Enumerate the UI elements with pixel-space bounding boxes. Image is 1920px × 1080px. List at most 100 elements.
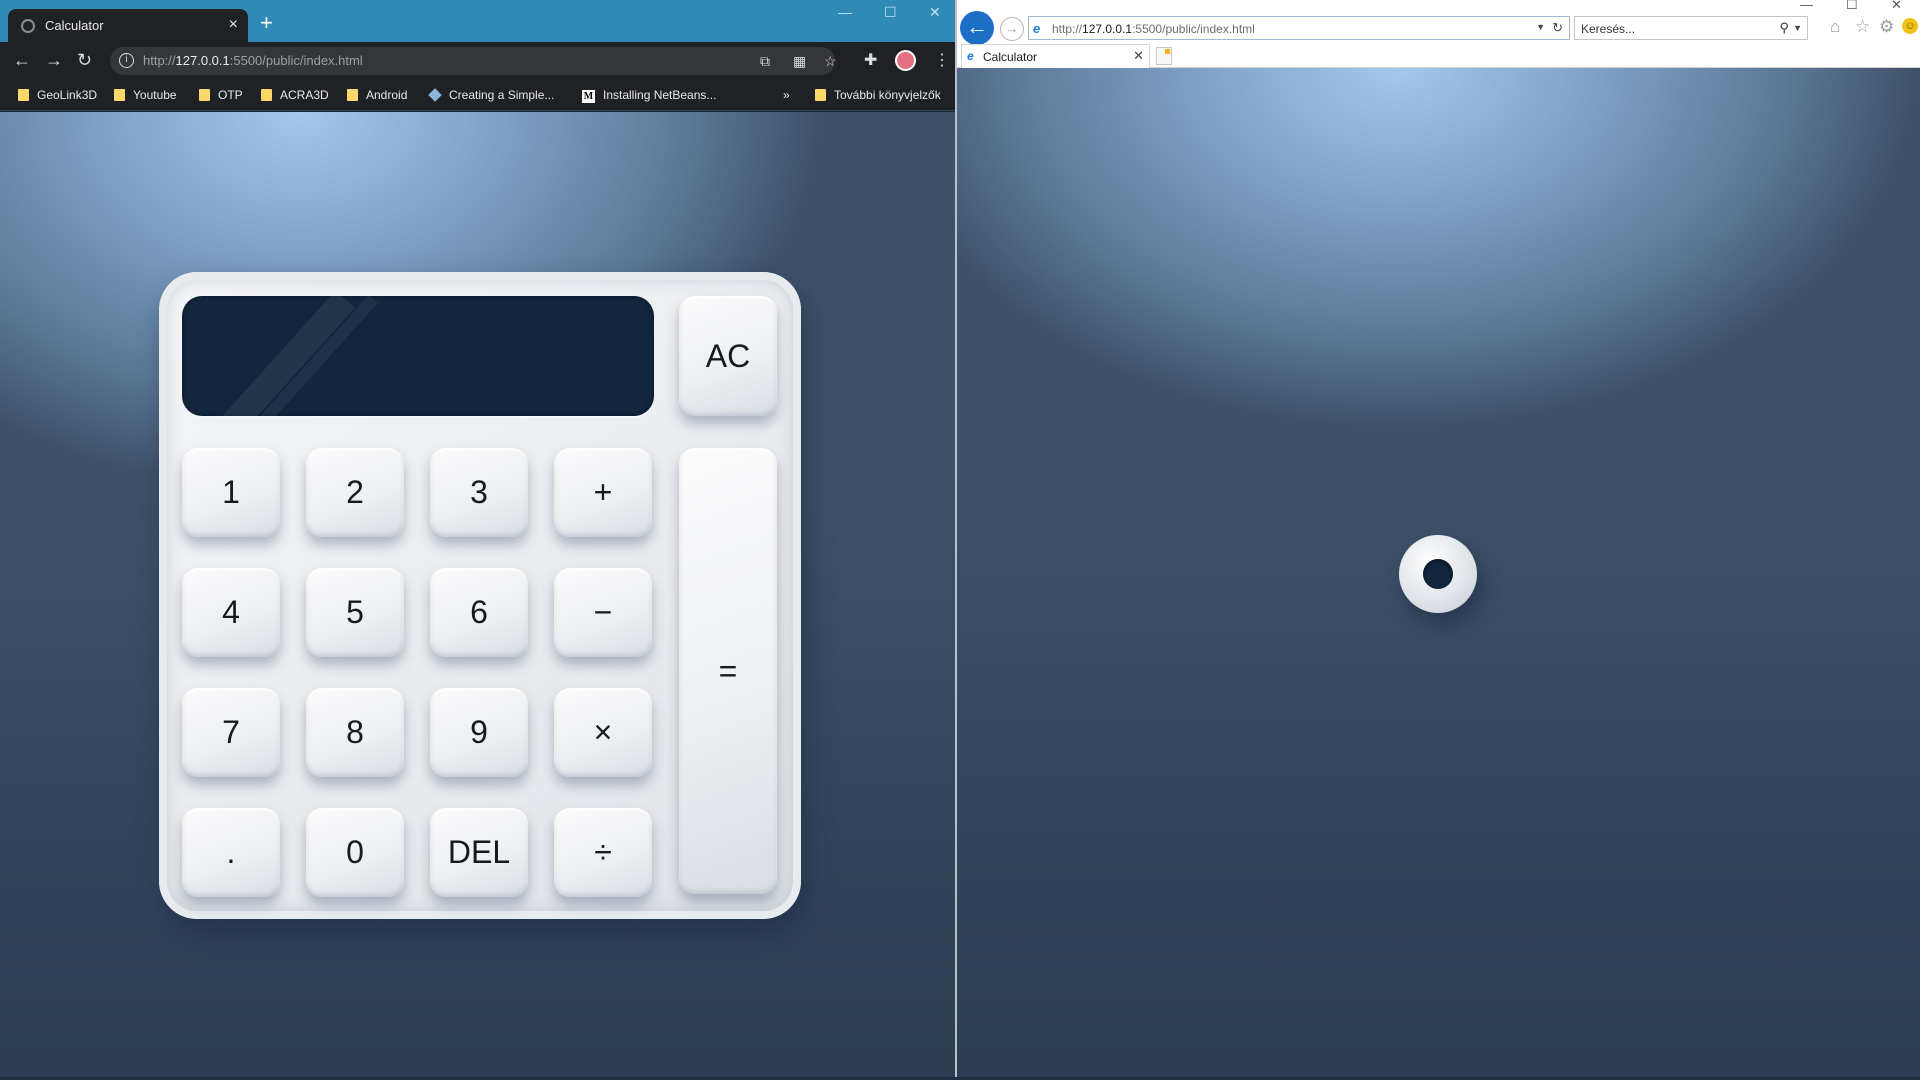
folder-icon <box>347 89 358 101</box>
medium-logo-icon: M <box>582 90 595 103</box>
divide-button[interactable]: ÷ <box>554 808 652 897</box>
ie-address-url: http://127.0.0.1:5500/public/index.html <box>1052 22 1255 36</box>
key-3-button[interactable]: 3 <box>430 448 528 537</box>
chrome-new-tab-button[interactable]: + <box>260 10 273 36</box>
key-6-button[interactable]: 6 <box>430 568 528 657</box>
ac-button[interactable]: AC <box>679 296 777 416</box>
bookmark-item[interactable]: Youtube <box>114 88 177 102</box>
reload-icon[interactable]: ↻ <box>77 50 92 71</box>
chrome-window: Calculator × + — ☐ ✕ ← → ↻ i http://127.… <box>0 0 955 1080</box>
settings-icon[interactable]: ⚙ <box>1879 17 1894 37</box>
ie-tab[interactable]: e Calculator ✕ <box>961 44 1150 68</box>
bookmark-item[interactable]: M Installing NetBeans... <box>582 88 716 103</box>
smiley-icon[interactable]: ☺ <box>1902 18 1918 34</box>
qr-code-icon[interactable]: ▦ <box>793 53 806 70</box>
refresh-icon[interactable]: ↻ <box>1552 20 1563 36</box>
chrome-tab-close-button[interactable]: × <box>229 16 238 34</box>
other-bookmarks[interactable]: További könyvjelzők <box>815 88 941 102</box>
spinner-hole <box>1423 559 1453 589</box>
ie-logo-icon: e <box>1033 21 1041 36</box>
delete-button[interactable]: DEL <box>430 808 528 897</box>
chrome-toolbar: ← → ↻ i http://127.0.0.1:5500/public/ind… <box>0 42 955 80</box>
ie-search-input[interactable]: Keresés... ⚲ ▼ <box>1574 16 1808 40</box>
info-icon[interactable]: i <box>119 53 134 68</box>
minus-button[interactable]: − <box>554 568 652 657</box>
bookmark-item[interactable]: Android <box>347 88 407 102</box>
search-icon[interactable]: ⚲ <box>1779 20 1789 36</box>
key-1-button[interactable]: 1 <box>182 448 280 537</box>
bookmark-label: Installing NetBeans... <box>603 88 717 102</box>
key-9-button[interactable]: 9 <box>430 688 528 777</box>
forward-icon[interactable]: → <box>1000 17 1024 41</box>
ie-new-tab-button[interactable] <box>1156 47 1172 65</box>
address-url: http://127.0.0.1:5500/public/index.html <box>143 53 363 68</box>
url-host: 127.0.0.1 <box>175 53 230 68</box>
cast-icon[interactable]: ⧉ <box>760 53 770 70</box>
ie-toolbar: — ☐ ✕ ← → e http://127.0.0.1:5500/public… <box>957 0 1920 68</box>
ie-window: — ☐ ✕ ← → e http://127.0.0.1:5500/public… <box>957 0 1920 1080</box>
bookmark-label: ACRA3D <box>280 88 329 102</box>
tab-favicon-icon <box>21 19 35 33</box>
decimal-button[interactable]: . <box>182 808 280 897</box>
menu-icon[interactable]: ⋮ <box>934 50 950 70</box>
key-2-button[interactable]: 2 <box>306 448 404 537</box>
url-path: :5500/public/index.html <box>1132 22 1255 36</box>
calculator-display <box>182 296 654 416</box>
ie-maximize-button[interactable]: ☐ <box>1846 0 1858 13</box>
ie-tab-title: Calculator <box>983 50 1038 64</box>
bookmark-item[interactable]: Creating a Simple... <box>428 88 555 102</box>
back-icon[interactable]: ← <box>960 11 994 45</box>
chrome-minimize-button[interactable]: — <box>838 4 852 20</box>
url-prefix: http:// <box>1052 22 1083 36</box>
ie-tab-close-button[interactable]: ✕ <box>1133 48 1144 64</box>
bookmark-label: GeoLink3D <box>37 88 98 102</box>
folder-icon <box>114 89 125 101</box>
bookmark-label: OTP <box>218 88 243 102</box>
folder-icon <box>199 89 210 101</box>
folder-icon <box>261 89 272 101</box>
chrome-tab-title: Calculator <box>45 18 104 33</box>
bookmark-label: Creating a Simple... <box>449 88 555 102</box>
key-5-button[interactable]: 5 <box>306 568 404 657</box>
equals-button[interactable]: = <box>679 448 777 894</box>
star-icon[interactable]: ☆ <box>824 53 837 70</box>
other-bookmarks-label: További könyvjelzők <box>834 88 941 102</box>
folder-icon <box>18 89 29 101</box>
chrome-close-button[interactable]: ✕ <box>929 4 941 21</box>
bookmark-item[interactable]: GeoLink3D <box>18 88 97 102</box>
multiply-button[interactable]: × <box>554 688 652 777</box>
ie-minimize-button[interactable]: — <box>1800 0 1813 12</box>
favorites-icon[interactable]: ☆ <box>1855 17 1870 37</box>
address-bar[interactable]: i http://127.0.0.1:5500/public/index.htm… <box>110 47 837 75</box>
key-8-button[interactable]: 8 <box>306 688 404 777</box>
chrome-maximize-button[interactable]: ☐ <box>884 4 897 21</box>
chrome-tab[interactable]: Calculator × <box>8 9 248 42</box>
plus-button[interactable]: + <box>554 448 652 537</box>
cube-icon <box>428 88 442 102</box>
extensions-icon[interactable]: ✚ <box>864 50 877 70</box>
chevron-down-icon[interactable]: ▼ <box>1536 22 1545 32</box>
loading-spinner <box>1399 535 1477 613</box>
search-placeholder: Keresés... <box>1581 22 1636 36</box>
key-4-button[interactable]: 4 <box>182 568 280 657</box>
bookmark-item[interactable]: ACRA3D <box>261 88 329 102</box>
bookmarks-bar: GeoLink3D Youtube OTP ACRA3D Android Cre… <box>0 80 955 111</box>
forward-icon[interactable]: → <box>45 50 63 71</box>
calculator: AC = 1 2 3 + 4 5 6 − 7 8 9 × . 0 DEL ÷ <box>159 272 801 919</box>
key-7-button[interactable]: 7 <box>182 688 280 777</box>
url-path: :5500/public/index.html <box>229 53 363 68</box>
key-0-button[interactable]: 0 <box>306 808 404 897</box>
ie-address-bar[interactable]: e http://127.0.0.1:5500/public/index.htm… <box>1028 16 1570 40</box>
avatar[interactable] <box>895 50 916 71</box>
bookmark-label: Android <box>366 88 408 102</box>
bookmark-item[interactable]: OTP <box>199 88 243 102</box>
folder-icon <box>815 89 826 101</box>
ie-close-button[interactable]: ✕ <box>1891 0 1902 13</box>
bookmark-label: Youtube <box>133 88 177 102</box>
back-icon[interactable]: ← <box>13 50 31 71</box>
ie-tab-favicon-icon: e <box>967 49 974 63</box>
home-icon[interactable]: ⌂ <box>1830 17 1840 37</box>
chrome-titlebar: Calculator × + — ☐ ✕ <box>0 0 955 42</box>
bookmarks-overflow-button[interactable]: » <box>783 88 790 102</box>
chevron-down-icon[interactable]: ▼ <box>1793 23 1802 33</box>
